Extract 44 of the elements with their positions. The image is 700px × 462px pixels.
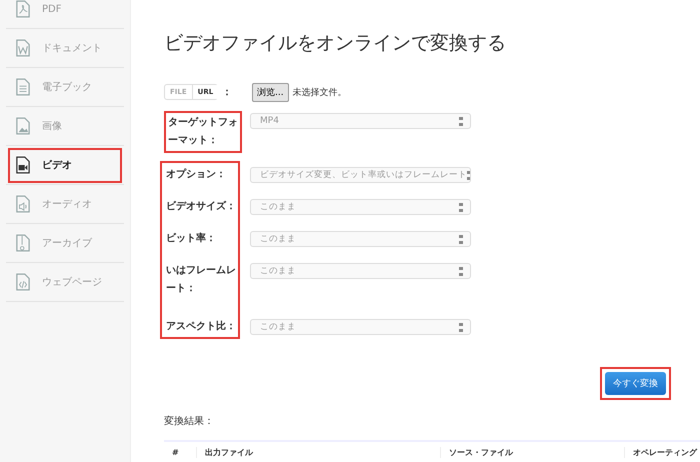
option-select[interactable]: このまま xyxy=(250,231,471,247)
file-status: 未选择文件。 xyxy=(292,86,347,98)
sidebar-item[interactable]: ドキュメント xyxy=(6,29,124,68)
colon: ： xyxy=(222,86,232,99)
sidebar-item[interactable]: 電子ブック xyxy=(6,68,124,107)
option-select[interactable]: このまま xyxy=(250,199,471,215)
format-select[interactable]: MP4 xyxy=(250,113,471,129)
field-label: アスペクト比： xyxy=(165,320,237,334)
option-select[interactable]: このまま xyxy=(250,319,471,335)
word-file-icon xyxy=(16,39,30,57)
column-header: オペレーティング xyxy=(624,446,697,458)
results-label: 変換結果： xyxy=(164,414,215,428)
field-label: いはフレームレート： xyxy=(165,264,237,296)
sort-arrows-icon xyxy=(459,202,463,212)
option-select[interactable]: ビデオサイズ変更、ビット率或いはフレームレート xyxy=(250,167,471,183)
text-file-icon xyxy=(16,78,30,96)
sidebar-item[interactable]: アーカイブ xyxy=(6,224,124,263)
sidebar-item[interactable]: 画像 xyxy=(6,107,124,146)
audio-file-icon xyxy=(16,195,30,213)
sort-arrows-icon xyxy=(459,322,463,332)
sidebar-item[interactable]: PDF xyxy=(6,0,124,29)
column-header: ソース・ファイル xyxy=(440,446,624,458)
field-label: ビデオサイズ： xyxy=(165,200,237,214)
sort-arrows-icon xyxy=(467,170,470,180)
pdf-file-icon xyxy=(16,0,30,18)
field-label: オプション： xyxy=(165,167,227,182)
image-file-icon xyxy=(16,117,30,135)
sort-arrows-icon xyxy=(459,116,463,126)
column-header: 出力ファイル xyxy=(196,446,440,458)
field-label: ターゲットフォーマット： xyxy=(164,111,242,153)
sidebar-item[interactable]: オーディオ xyxy=(6,185,124,224)
sort-arrows-icon xyxy=(459,266,463,276)
sidebar-item[interactable]: ビデオ xyxy=(6,146,124,185)
sort-arrows-icon xyxy=(459,234,463,244)
column-header: # xyxy=(171,448,180,456)
browse-button[interactable]: 浏览... xyxy=(252,82,289,102)
code-file-icon xyxy=(16,273,30,291)
sidebar-item[interactable]: ウェブページ xyxy=(6,263,124,302)
field-label: ビット率： xyxy=(165,231,217,246)
archive-file-icon xyxy=(16,234,30,252)
page-title: ビデオファイルをオンラインで変換する xyxy=(164,31,507,56)
convert-button[interactable]: 今すぐ変換 xyxy=(600,367,671,400)
option-select[interactable]: このまま xyxy=(250,263,471,279)
video-file-icon xyxy=(16,156,30,174)
